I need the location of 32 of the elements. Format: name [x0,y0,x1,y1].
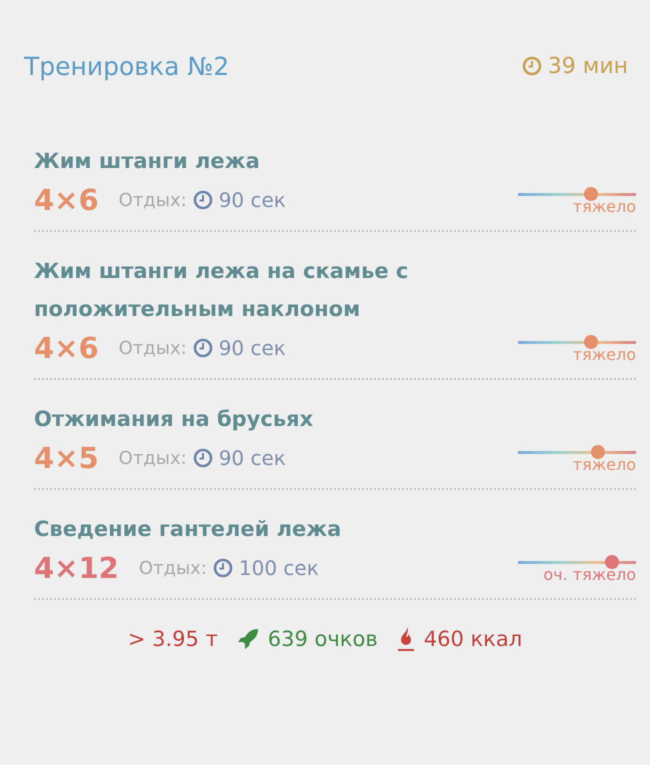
rest-label: Отдых: [118,190,187,210]
points: 639 очков [268,627,378,651]
intensity-label: оч. тяжело [543,566,636,584]
workout-duration: 39 мин [548,54,628,78]
sets-reps: 4×6 [34,331,99,365]
rest-label: Отдых: [118,338,187,358]
exercise-name: Жим штанги лежа на скамье с положительным наклоном [34,258,410,323]
exercise-name: Сведение гантелей лежа [34,516,342,543]
flame-icon [396,626,416,652]
sets-reps: 4×6 [34,183,99,217]
clock-icon [192,190,213,210]
rest-label: Отдых: [118,448,187,468]
clock-icon [192,338,213,358]
rest-time: 100 сек [238,556,319,580]
clock-icon [192,448,213,468]
clock-icon [522,56,542,76]
rest-time: 90 сек [218,336,286,360]
exercise-name: Жим штанги лежа [34,148,261,175]
intensity-label: тяжело [572,456,636,474]
intensity-label: тяжело [572,346,636,364]
exercise-name: Отжимания на брусьях [34,406,314,433]
calories: 460 ккал [424,627,522,651]
rest-time: 90 сек [218,446,286,470]
workout-title: Тренировка №2 [24,52,230,80]
rest-label: Отдых: [138,558,207,578]
clock-icon [212,558,233,578]
sets-reps: 4×5 [34,441,99,475]
rocket-icon [236,627,260,651]
sets-reps: 4×12 [34,551,119,585]
tonnage: > 3.95 т [128,627,218,651]
intensity-label: тяжело [572,198,636,216]
rest-time: 90 сек [218,188,286,212]
